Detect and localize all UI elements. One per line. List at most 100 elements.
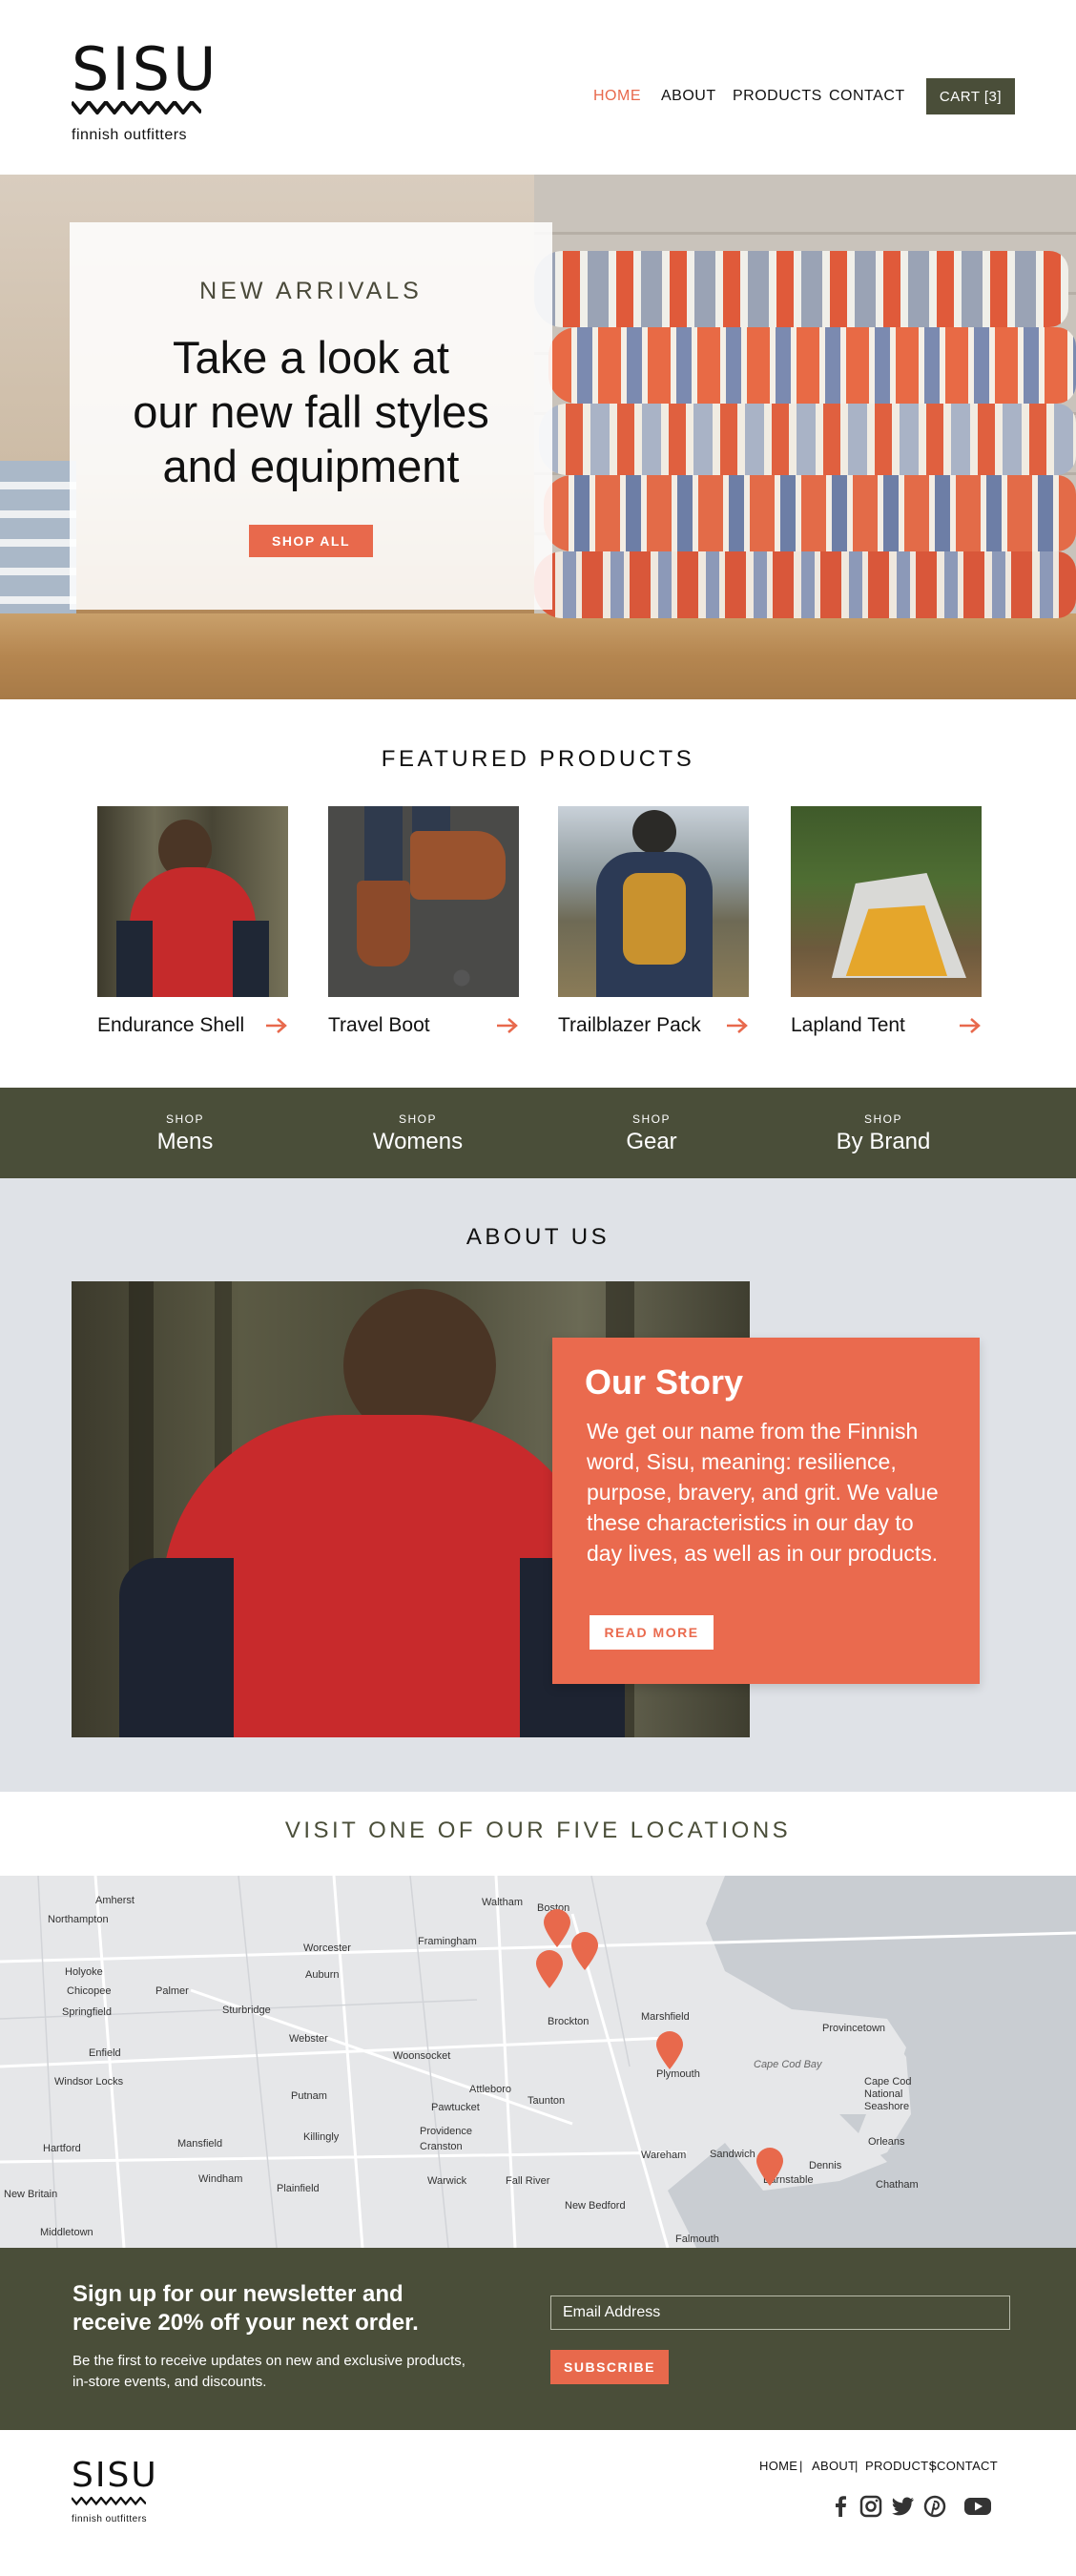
map-label: Wareham <box>641 2150 687 2161</box>
newsletter-body: Be the first to receive updates on new a… <box>72 2353 466 2390</box>
map-label: Provincetown <box>822 2023 886 2034</box>
shop-kicker: SHOP <box>863 1112 902 1126</box>
hero-shirt-stack <box>544 475 1076 551</box>
shop-label: Mens <box>156 1129 214 1154</box>
map-label: Cranston <box>420 2141 463 2152</box>
shop-label: Womens <box>372 1129 464 1154</box>
product-image-boots[interactable] <box>328 806 519 997</box>
arrow-right-icon[interactable] <box>959 1017 982 1034</box>
hero-title-line: and equipment <box>162 441 460 491</box>
shop-by-brand-link[interactable]: SHOP By Brand <box>788 1112 979 1155</box>
logo-tagline: finnish outfitters <box>72 127 188 143</box>
about-title: ABOUT US <box>466 1224 610 1250</box>
cart-button[interactable]: CART [3] <box>926 78 1015 114</box>
footer-logo[interactable]: SISU finnish outfitters <box>71 2456 158 2524</box>
brand-logo[interactable]: SISU finnish outfitters <box>70 40 218 144</box>
pinterest-icon[interactable] <box>922 2494 947 2519</box>
hero-shirt-stack <box>534 251 1068 327</box>
featured-title: FEATURED PRODUCTS <box>381 746 695 772</box>
story-title: Our Story <box>585 1362 744 1402</box>
logo-tagline: finnish outfitters <box>72 2514 148 2524</box>
shop-kicker: SHOP <box>398 1112 437 1126</box>
logo-zigzag-icon <box>70 98 203 116</box>
map-label: Taunton <box>528 2095 566 2107</box>
map-label: Fall River <box>506 2175 550 2187</box>
product-card[interactable]: Travel Boot <box>328 806 519 1037</box>
hero-title-line: Take a look at <box>172 332 449 383</box>
youtube-icon[interactable] <box>963 2494 992 2519</box>
footer-link-about[interactable]: ABOUT <box>812 2459 856 2473</box>
map-label: Marshfield <box>641 2011 690 2023</box>
nav-products[interactable]: PRODUCTS <box>733 88 822 105</box>
map-label: Warwick <box>427 2175 467 2187</box>
location-pin-icon[interactable] <box>755 2147 785 2187</box>
hero-shirt-stack <box>539 404 1076 475</box>
map-label: Waltham <box>482 1897 523 1908</box>
about-section: ABOUT US Our Story We get our name from … <box>0 1178 1076 1792</box>
product-name[interactable]: Lapland Tent <box>791 1014 905 1037</box>
nav-contact[interactable]: CONTACT <box>829 88 905 105</box>
map-label: Pawtucket <box>431 2102 480 2113</box>
map-label: Palmer <box>155 1985 189 1997</box>
twitter-icon[interactable] <box>891 2494 916 2519</box>
product-name[interactable]: Endurance Shell <box>97 1014 244 1037</box>
footer-link-contact[interactable]: CONTACT <box>937 2459 998 2473</box>
hero-title: Take a look at our new fall styles and e… <box>70 330 552 493</box>
locations-map[interactable]: Amherst Northampton Holyoke Chicopee Spr… <box>0 1876 1076 2248</box>
arrow-right-icon[interactable] <box>265 1017 288 1034</box>
hero-shirt-stack <box>534 551 1076 618</box>
product-card[interactable]: Lapland Tent <box>791 806 982 1037</box>
product-image-tent[interactable] <box>791 806 982 997</box>
hero-shirt-stack <box>548 327 1076 404</box>
nav-about[interactable]: ABOUT <box>661 88 716 105</box>
product-image-backpack[interactable] <box>558 806 749 997</box>
facebook-icon[interactable] <box>829 2494 854 2519</box>
product-card[interactable]: Endurance Shell <box>97 806 288 1037</box>
shop-gear-link[interactable]: SHOP Gear <box>556 1112 747 1155</box>
email-field[interactable] <box>550 2296 1010 2330</box>
map-label: Cape Cod Bay <box>754 2059 822 2070</box>
instagram-icon[interactable] <box>859 2494 883 2519</box>
hero-shelf <box>0 613 1076 699</box>
map-label: Mansfield <box>177 2138 223 2150</box>
shop-kicker: SHOP <box>631 1112 671 1126</box>
product-name[interactable]: Travel Boot <box>328 1014 430 1037</box>
map-label: Putnam <box>291 2090 327 2102</box>
hero-banner: NEW ARRIVALS Take a look at our new fall… <box>0 175 1076 699</box>
map-label: Worcester <box>303 1942 351 1954</box>
shop-category-bar: SHOP Mens SHOP Womens SHOP Gear SHOP By … <box>0 1088 1076 1178</box>
product-card[interactable]: Trailblazer Pack <box>558 806 749 1037</box>
shop-mens-link[interactable]: SHOP Mens <box>90 1112 280 1155</box>
footer-link-home[interactable]: HOME <box>759 2459 797 2473</box>
map-label: Springfield <box>62 2006 112 2018</box>
map-label: Sandwich <box>710 2149 755 2160</box>
product-image-jacket[interactable] <box>97 806 288 997</box>
map-background <box>0 1876 1076 2248</box>
read-more-button[interactable]: READ MORE <box>590 1615 714 1650</box>
map-label: Dennis <box>809 2160 842 2171</box>
story-body: We get our name from the Finnish word, S… <box>587 1419 939 1566</box>
map-label: Falmouth <box>675 2233 719 2245</box>
map-label: Chatham <box>876 2179 919 2191</box>
location-pin-icon[interactable] <box>569 1931 600 1971</box>
footer-divider: | <box>799 2459 803 2473</box>
arrow-right-icon[interactable] <box>496 1017 519 1034</box>
nav-home[interactable]: HOME <box>593 88 641 105</box>
shop-label: Gear <box>626 1129 677 1154</box>
footer-link-products[interactable]: PRODUCTS <box>865 2459 937 2473</box>
map-label: Auburn <box>305 1969 340 1981</box>
arrow-right-icon[interactable] <box>726 1017 749 1034</box>
location-pin-icon[interactable] <box>534 1949 565 1989</box>
location-pin-icon[interactable] <box>654 2030 685 2070</box>
subscribe-button[interactable]: SUBSCRIBE <box>550 2350 669 2384</box>
logo-wordmark: SISU <box>72 2456 158 2495</box>
map-label: New Britain <box>4 2189 58 2200</box>
product-name[interactable]: Trailblazer Pack <box>558 1014 701 1037</box>
shop-womens-link[interactable]: SHOP Womens <box>322 1112 513 1155</box>
map-label: Middletown <box>40 2227 93 2238</box>
map-label: Hartford <box>43 2143 81 2154</box>
shop-all-button[interactable]: SHOP ALL <box>249 525 373 557</box>
location-pin-icon[interactable] <box>542 1908 572 1948</box>
site-footer: SISU finnish outfitters HOME | ABOUT | P… <box>0 2430 1076 2576</box>
map-label: Chicopee <box>67 1985 112 1997</box>
